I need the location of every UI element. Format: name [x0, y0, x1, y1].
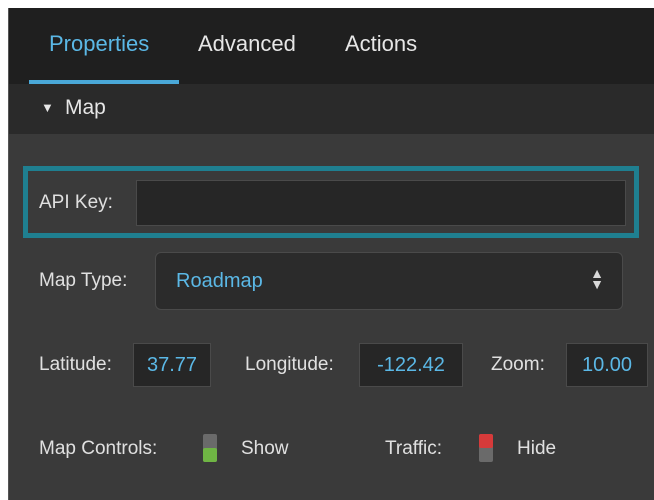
map-section-header[interactable]: ▼ Map [9, 84, 654, 134]
map-controls-state: Show [241, 438, 289, 459]
zoom-label: Zoom: [491, 354, 545, 375]
latitude-field[interactable]: 37.77 [133, 343, 211, 387]
latitude-label: Latitude: [39, 354, 112, 375]
traffic-toggle[interactable] [479, 434, 493, 462]
properties-panel: Properties Advanced Actions ▼ Map API Ke… [8, 8, 654, 500]
zoom-field[interactable]: 10.00 [566, 343, 648, 387]
longitude-label: Longitude: [245, 354, 334, 375]
tab-bar: Properties Advanced Actions [9, 8, 654, 84]
api-key-input[interactable] [136, 180, 626, 226]
collapse-arrow-icon[interactable]: ▼ [41, 100, 54, 115]
traffic-label: Traffic: [385, 438, 443, 459]
tab-properties[interactable]: Properties [49, 8, 149, 84]
tab-actions[interactable]: Actions [345, 8, 417, 84]
api-key-label: API Key: [39, 192, 113, 213]
map-type-select[interactable]: Roadmap ▲ ▼ [155, 252, 623, 310]
up-down-arrows-icon: ▲ ▼ [590, 265, 604, 292]
toggle-indicator [479, 434, 493, 448]
map-type-label: Map Type: [39, 270, 128, 291]
traffic-state: Hide [517, 438, 557, 459]
map-controls-toggle[interactable] [203, 434, 217, 462]
toggle-indicator [203, 448, 217, 462]
tab-advanced[interactable]: Advanced [198, 8, 296, 84]
longitude-field[interactable]: -122.42 [359, 343, 463, 387]
map-controls-label: Map Controls: [39, 438, 158, 459]
map-type-value: Roadmap [176, 270, 263, 292]
section-title: Map [65, 96, 106, 119]
